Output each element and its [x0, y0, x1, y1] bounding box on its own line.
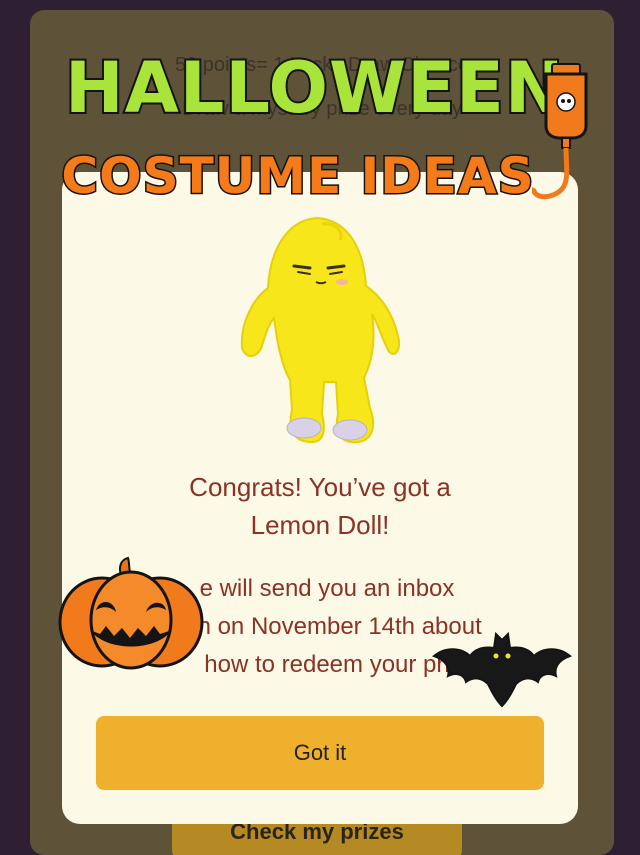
jack-o-lantern-icon [58, 556, 204, 670]
got-it-button[interactable]: Got it [96, 716, 544, 790]
congrats-message: Congrats! You’ve got a Lemon Doll! [62, 468, 578, 544]
bat-icon [432, 632, 572, 708]
congrats-line-1: Congrats! You’ve got a [189, 472, 451, 502]
congrats-line-2: Lemon Doll! [250, 510, 390, 540]
halloween-title: HALLOWEEN [63, 46, 565, 130]
prize-modal: Congrats! You’ve got a Lemon Doll! e wil… [62, 172, 578, 824]
lemon-doll-icon [240, 216, 400, 444]
costume-ideas-title: COSTUME IDEAS [60, 146, 535, 207]
potion-bottle-icon [532, 63, 588, 200]
